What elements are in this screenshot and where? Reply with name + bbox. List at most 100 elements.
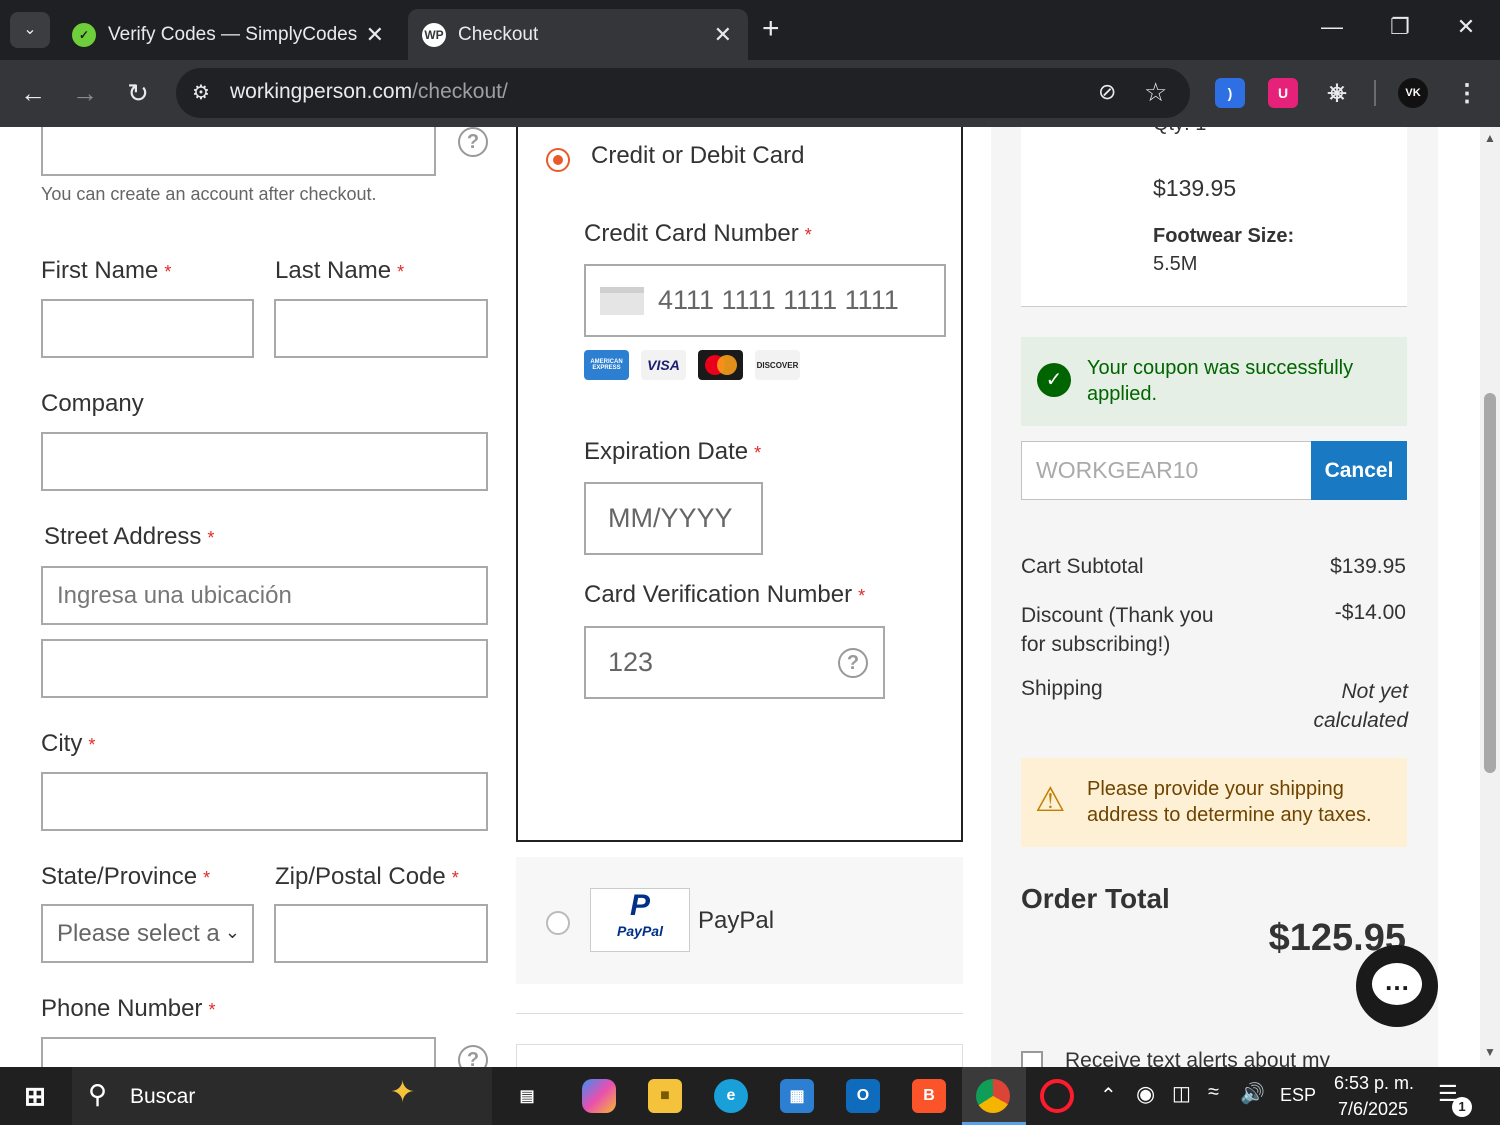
tab-search-button[interactable]: ⌄ <box>10 12 50 48</box>
scroll-thumb[interactable] <box>1484 393 1496 773</box>
email-help-icon[interactable]: ? <box>458 127 488 157</box>
tab-label: Checkout <box>458 23 539 45</box>
zip-label: Zip/Postal Code * <box>275 863 459 890</box>
site-info-icon[interactable]: ⚙ <box>192 80 210 105</box>
new-tab-icon[interactable]: + <box>762 12 780 46</box>
close-window-icon[interactable]: ✕ <box>1446 14 1486 40</box>
battery-icon[interactable]: ◫ <box>1172 1081 1191 1106</box>
file-explorer-icon[interactable]: ■ <box>648 1079 682 1113</box>
page-scrollbar[interactable]: ▲ ▼ <box>1480 127 1500 1067</box>
edge-browser-icon[interactable]: e <box>714 1079 748 1113</box>
zip-field[interactable] <box>274 904 488 963</box>
city-field[interactable] <box>41 772 488 831</box>
address-bar[interactable]: ⚙ workingperson.com/checkout/ ⊘ ☆ <box>176 68 1190 118</box>
sms-alerts-checkbox[interactable] <box>1021 1051 1043 1067</box>
language-indicator[interactable]: ESP <box>1280 1085 1316 1106</box>
coupon-success-text: Your coupon was successfully applied. <box>1087 357 1354 405</box>
reload-icon[interactable]: ↻ <box>121 78 155 108</box>
url-path: /checkout/ <box>412 80 508 103</box>
credit-card-radio[interactable] <box>546 148 570 172</box>
minimize-icon[interactable]: — <box>1312 14 1352 40</box>
company-field[interactable] <box>41 432 488 491</box>
state-select[interactable]: Please select a ⌄ <box>41 904 254 963</box>
ms-store-icon[interactable]: ▦ <box>780 1079 814 1113</box>
coupon-success-message: ✓ Your coupon was successfully applied. <box>1021 337 1407 426</box>
url-text[interactable]: workingperson.com/checkout/ <box>230 80 508 104</box>
brave-browser-icon[interactable]: B <box>912 1079 946 1113</box>
card-number-field[interactable]: 4111 1111 1111 1111 <box>584 264 946 337</box>
chevron-down-icon: ⌄ <box>224 922 240 942</box>
credit-card-option-label[interactable]: Credit or Debit Card <box>591 142 804 170</box>
paypal-logo-wordmark: PayPal <box>617 923 663 939</box>
clock-date[interactable]: 7/6/2025 <box>1338 1099 1408 1120</box>
payment-divider <box>516 1013 963 1014</box>
paypal-radio[interactable] <box>546 911 570 935</box>
close-tab-icon[interactable]: ✕ <box>714 22 732 48</box>
cart-item-card <box>1021 127 1407 307</box>
outlook-icon[interactable]: O <box>846 1079 880 1113</box>
tab-checkout[interactable]: WP Checkout ✕ <box>408 9 748 60</box>
show-hidden-icons[interactable]: ⌃ <box>1100 1083 1117 1108</box>
chrome-browser-icon[interactable] <box>976 1079 1010 1113</box>
restore-icon[interactable]: ❐ <box>1380 14 1420 40</box>
footwear-size-value: 5.5M <box>1153 253 1198 275</box>
extensions-puzzle-icon[interactable]: ⎈ <box>1322 78 1352 108</box>
street-address-field[interactable]: Ingresa una ubicación <box>41 566 488 625</box>
cvv-field[interactable]: 123 ? <box>584 626 885 699</box>
chat-bubble-button[interactable]: … <box>1356 945 1438 1027</box>
email-field[interactable] <box>41 127 436 176</box>
check-circle-icon: ✓ <box>1037 363 1071 397</box>
extension-blue-icon[interactable]: ) <box>1215 78 1245 108</box>
sms-alerts-label: Receive text alerts about my <box>1065 1049 1330 1067</box>
wifi-icon[interactable]: ≈ <box>1208 1081 1219 1104</box>
discover-logo-icon: DISCOVER <box>755 350 800 380</box>
expiration-date-field[interactable]: MM/YYYY <box>584 482 763 555</box>
street-address-label: Street Address * <box>44 523 215 550</box>
taskbar-search-box[interactable]: ⚲ Buscar ✦ <box>72 1067 492 1125</box>
next-payment-option-box[interactable] <box>516 1044 963 1067</box>
tab-simplycodes[interactable]: ✓ Verify Codes — SimplyCodes ✕ <box>58 9 400 60</box>
order-total-label: Order Total <box>1021 883 1170 914</box>
last-name-field[interactable] <box>274 299 488 358</box>
expiration-date-label: Expiration Date * <box>584 438 762 465</box>
scroll-down-icon[interactable]: ▼ <box>1484 1045 1496 1059</box>
street-placeholder: Ingresa una ubicación <box>57 581 292 609</box>
paypal-label[interactable]: PayPal <box>698 907 774 935</box>
order-summary-sidebar: Qty: 1 $139.95 Footwear Size: 5.5M ✓ You… <box>991 127 1438 1067</box>
windows-taskbar: ⊞ ⚲ Buscar ✦ ▤ ■ e ▦ O B ⌃ ◉ ◫ ≈ 🔊 ESP 6… <box>0 1067 1500 1125</box>
state-selected-value: Please select a <box>57 919 220 947</box>
task-view-icon[interactable]: ▤ <box>510 1079 544 1113</box>
opera-browser-icon[interactable] <box>1040 1079 1074 1113</box>
footwear-size-label: Footwear Size: <box>1153 225 1295 247</box>
phone-field[interactable] <box>41 1037 436 1067</box>
scroll-up-icon[interactable]: ▲ <box>1484 131 1496 145</box>
coupon-code-field[interactable]: WORKGEAR10 <box>1021 441 1312 500</box>
volume-icon[interactable]: 🔊 <box>1240 1081 1265 1106</box>
cancel-coupon-button[interactable]: Cancel <box>1311 441 1407 500</box>
back-icon[interactable]: ← <box>16 78 50 108</box>
amex-logo-icon: AMERICAN EXPRESS <box>584 350 629 380</box>
menu-kebab-icon[interactable]: ⋮ <box>1452 78 1482 108</box>
windows-start-icon[interactable]: ⊞ <box>18 1079 52 1113</box>
phone-help-icon[interactable]: ? <box>458 1045 488 1067</box>
shipping-value: Not yet calculated <box>1313 680 1408 732</box>
bookmark-star-icon[interactable]: ☆ <box>1144 77 1167 108</box>
search-icon: ⚲ <box>88 1079 108 1109</box>
eye-off-icon[interactable]: ⊘ <box>1098 79 1116 105</box>
first-name-field[interactable] <box>41 299 254 358</box>
phone-label: Phone Number * <box>41 995 216 1022</box>
cvv-help-icon[interactable]: ? <box>838 648 868 678</box>
street-address-line2-field[interactable] <box>41 639 488 698</box>
paypal-payment-option[interactable]: P PayPal PayPal <box>516 857 963 984</box>
card-number-label: Credit Card Number * <box>584 220 812 247</box>
copilot-app-icon[interactable] <box>582 1079 616 1113</box>
item-price: $139.95 <box>1153 175 1237 201</box>
clock-time[interactable]: 6:53 p. m. <box>1334 1073 1414 1094</box>
close-tab-icon[interactable]: ✕ <box>366 22 384 48</box>
record-icon[interactable]: ◉ <box>1136 1081 1155 1107</box>
discount-label: Discount (Thank you for subscribing!) <box>1021 604 1214 656</box>
profile-avatar[interactable]: VK <box>1398 78 1428 108</box>
extension-shield-icon[interactable]: U <box>1268 78 1298 108</box>
forward-icon[interactable]: → <box>68 78 102 108</box>
mastercard-logo-icon <box>698 350 743 380</box>
